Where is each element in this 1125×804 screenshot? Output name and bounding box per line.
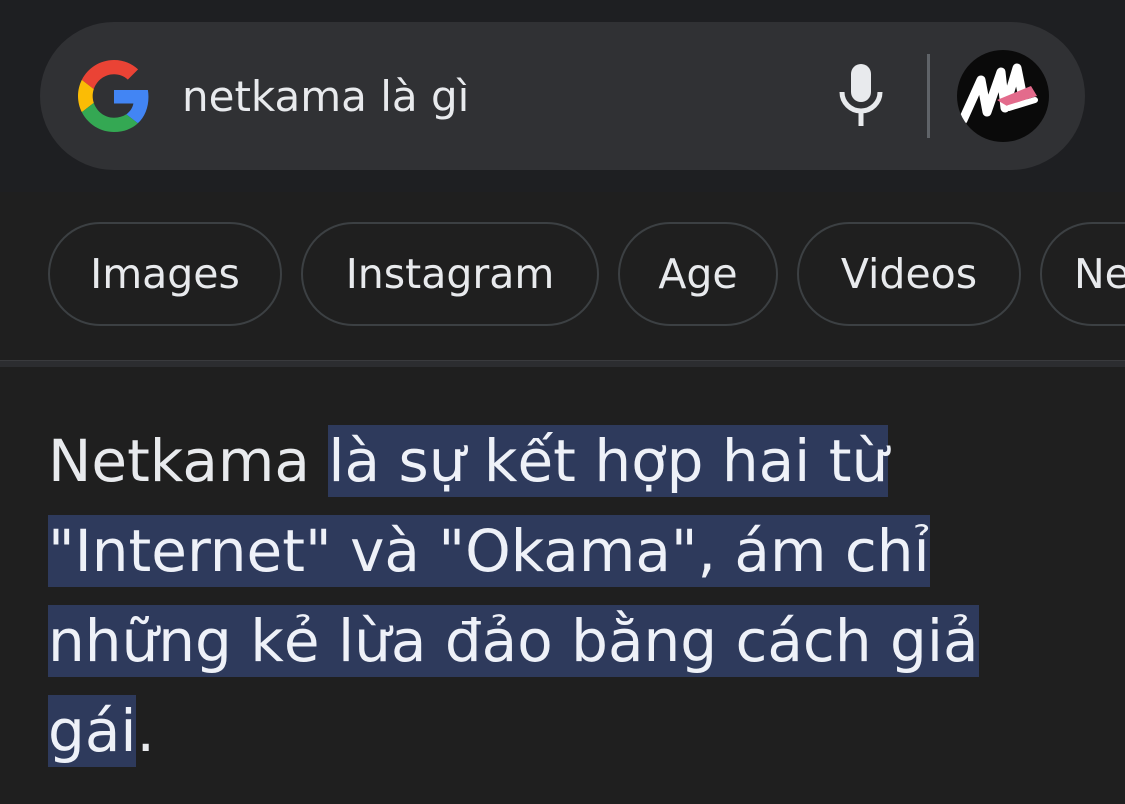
answer-highlight-1: là sự kết hợp hai từ: [328, 425, 889, 497]
answer-highlight-4: gái: [48, 695, 137, 767]
search-header: netkama là gì: [0, 0, 1125, 192]
avatar-scribble-icon: [958, 63, 1038, 125]
answer-highlight-3: những kẻ lừa đảo bằng cách giả: [48, 605, 979, 677]
section-divider: [0, 360, 1125, 367]
answer-tail: .: [136, 697, 155, 765]
chip-instagram[interactable]: Instagram: [301, 222, 599, 326]
chip-age[interactable]: Age: [618, 222, 778, 326]
search-bar-divider: [927, 54, 930, 138]
chip-videos[interactable]: Videos: [797, 222, 1021, 326]
answer-lead: Netkama: [48, 427, 329, 495]
google-g-icon: [78, 60, 149, 132]
filter-chips: Images Instagram Age Videos Ne: [0, 192, 1125, 360]
chip-images[interactable]: Images: [48, 222, 282, 326]
chip-news-partial[interactable]: Ne: [1040, 222, 1125, 326]
featured-answer: Netkama là sự kết hợp hai từ "Internet" …: [48, 416, 1088, 776]
answer-highlight-2: "Internet" và "Okama", ám chỉ: [48, 515, 930, 587]
profile-avatar[interactable]: [957, 50, 1049, 142]
search-query-text[interactable]: netkama là gì: [182, 70, 469, 124]
microphone-icon[interactable]: [836, 62, 886, 128]
